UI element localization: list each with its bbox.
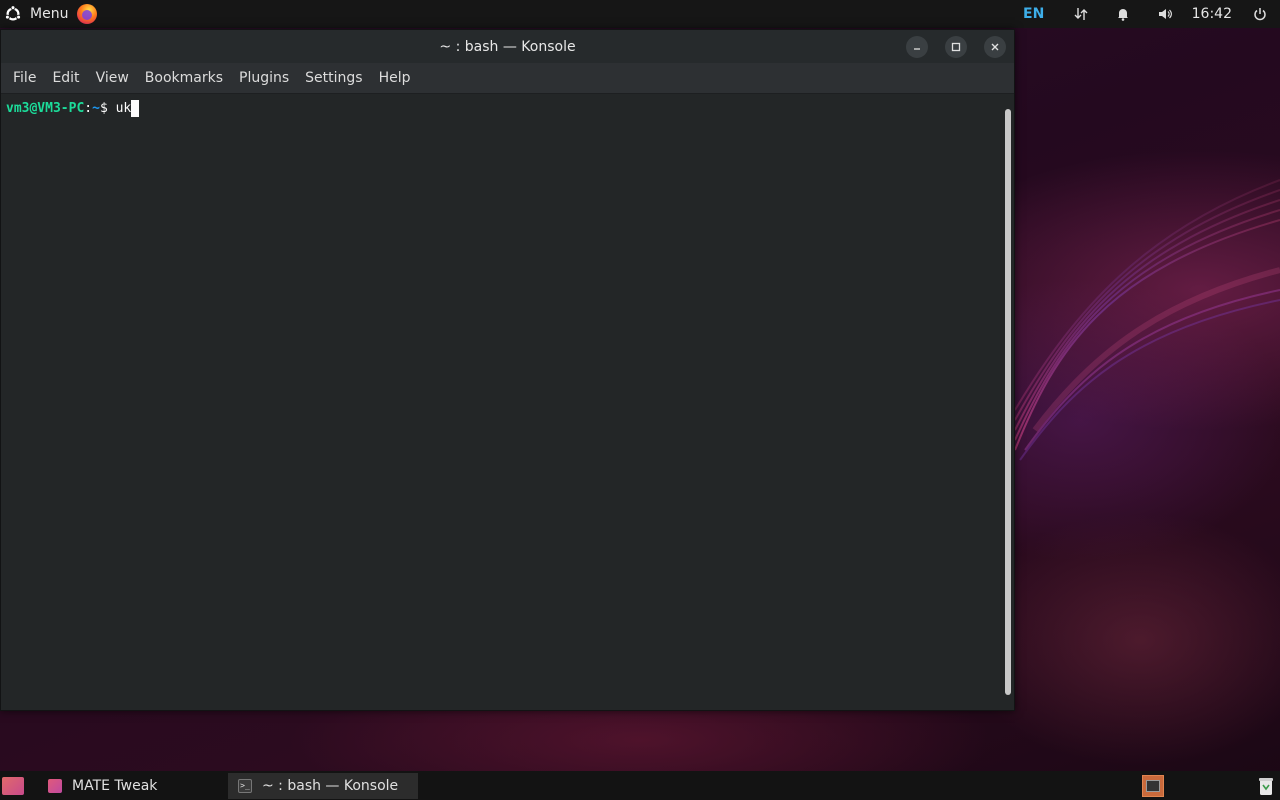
prompt-path: ~ [92,100,100,116]
command-input[interactable]: uk [116,101,132,116]
taskbar-item-mate-tweak[interactable]: MATE Tweak [38,773,228,799]
firefox-icon[interactable] [76,3,98,25]
network-icon[interactable] [1060,0,1102,28]
power-icon[interactable] [1244,0,1280,28]
menu-settings[interactable]: Settings [297,63,370,94]
menu-label: Menu [30,6,69,22]
window-controls [906,36,1006,58]
menu-plugins[interactable]: Plugins [231,63,297,94]
text-cursor [131,99,140,117]
clock[interactable]: 16:42 [1192,0,1232,28]
menu-bookmarks[interactable]: Bookmarks [137,63,231,94]
scrollbar-thumb[interactable] [1005,109,1011,695]
keyboard-layout-indicator[interactable]: EN [1023,0,1044,28]
minimize-button[interactable] [906,36,928,58]
system-tray: EN 16:42 [1023,0,1280,28]
taskbar-item-konsole[interactable]: >_ ~ : bash — Konsole [228,772,418,799]
prompt-separator: : [84,100,93,116]
close-icon [991,43,999,51]
konsole-window: ~ : bash — Konsole File Edit View Bookma… [0,29,1015,711]
workspace-switcher-icon[interactable] [1142,774,1164,797]
maximize-icon [951,42,961,52]
mate-tweak-icon [48,778,62,793]
menu-view[interactable]: View [88,63,137,94]
minimize-icon [914,48,920,50]
menubar: File Edit View Bookmarks Plugins Setting… [1,63,1014,94]
top-panel: Menu EN 16:42 [0,0,1280,28]
applications-menu-button[interactable]: Menu [0,0,68,28]
task-label: ~ : bash — Konsole [262,777,399,794]
menu-file[interactable]: File [5,63,44,94]
bottom-panel-right [1142,771,1280,800]
prompt-line: vm3@VM3-PC: ~ $ uk [6,99,999,117]
close-button[interactable] [984,36,1006,58]
maximize-button[interactable] [945,36,967,58]
terminal-scrollbar[interactable] [1002,95,1014,710]
task-label: MATE Tweak [72,777,158,794]
terminal-icon: >_ [238,778,252,793]
trash-icon[interactable] [1258,776,1274,796]
bottom-panel: MATE Tweak >_ ~ : bash — Konsole [0,771,1280,800]
show-desktop-button[interactable] [2,776,24,795]
notifications-bell-icon[interactable] [1102,0,1144,28]
terminal-area[interactable]: vm3@VM3-PC: ~ $ uk [1,95,1004,710]
wallpaper-wave [1015,150,1280,500]
prompt-user-host: vm3@VM3-PC [6,100,85,116]
volume-speaker-icon[interactable] [1144,0,1186,28]
window-titlebar[interactable]: ~ : bash — Konsole [1,30,1014,63]
menu-help[interactable]: Help [371,63,419,94]
prompt-symbol: $ [99,100,116,116]
window-title: ~ : bash — Konsole [439,38,576,55]
menu-edit[interactable]: Edit [44,63,87,94]
ubuntu-logo-icon [4,5,22,21]
